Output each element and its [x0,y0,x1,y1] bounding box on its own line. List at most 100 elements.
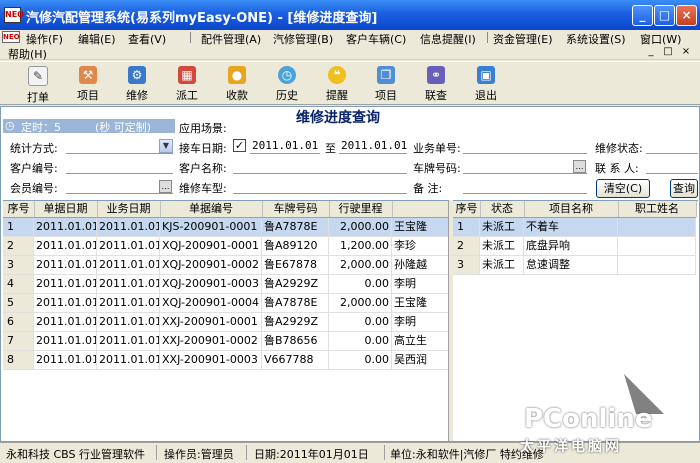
table-cell: 2011.01.01 [34,218,97,236]
menu-parts-management[interactable]: 配件管理(A) [201,31,261,46]
status-company: 永和科技 CBS 行业管理软件 [6,448,146,461]
menu-system-settings[interactable]: 系统设置(S) [566,31,626,46]
dispatch-button[interactable]: ▦ 派工 [165,64,209,104]
customer-name-input[interactable] [233,159,407,174]
order-row[interactable]: 5 2011.01.01 2011.01.01 XQJ-200901-0004 鲁A78… [3,294,448,313]
repair-status-select[interactable] [646,139,698,154]
window-title: 汽修汽配管理系统(易系列myEasy-ONE) - [维修进度查询] [26,11,378,26]
remark-input[interactable] [463,179,587,194]
member-no-input[interactable] [66,179,173,194]
close-button[interactable]: × [676,5,697,26]
linked-query-button[interactable]: ⚭ 联查 [414,64,458,104]
table-cell: XXJ-200901-0003 [160,351,262,369]
query-button[interactable]: 查询 [670,179,698,198]
reminder-button[interactable]: ❝ 提醒 [315,64,359,104]
table-cell: 王宝隆 [392,218,448,236]
menu-info-reminder[interactable]: 信息提醒(I) [420,31,476,46]
menu-logo-icon: NEO [2,31,20,43]
plate-no-label: 车牌号码: [413,162,461,175]
table-cell: 2011.01.01 [34,275,97,293]
order-row[interactable]: 4 2011.01.01 2011.01.01 XQJ-200901-0003 鲁A29… [3,275,448,294]
table-cell: XQJ-200901-0001 [160,237,262,255]
history-button[interactable]: ◷ 历史 [265,64,309,104]
repair-order-grid[interactable]: 序号 单据日期 业务日期 单据编号 车牌号码 行驶里程 1 2011.01.01 2011.01… [3,200,449,441]
plate-no-input[interactable] [463,159,587,174]
grid-header: 序号 单据日期 业务日期 单据编号 车牌号码 行驶里程 [3,201,448,218]
table-cell: 怠速调整 [524,256,618,274]
mdi-minimize-button[interactable]: _ [645,46,657,58]
timer-label[interactable]: 定时：5 [21,119,61,135]
status-separator [246,445,247,460]
item-row[interactable]: 2 未派工 底盘异响 [453,237,696,256]
print-order-button[interactable]: ✎ 打单 [16,64,60,104]
item-row[interactable]: 3 未派工 怠速调整 [453,256,696,275]
repair-model-input[interactable] [233,179,407,194]
column-header[interactable]: 车牌号码 [262,201,330,217]
plate-lookup-icon[interactable]: … [573,160,586,173]
column-header[interactable]: 单据编号 [160,201,263,217]
menu-operation[interactable]: 操作(F) [26,31,63,46]
column-header[interactable]: 项目名称 [524,201,619,217]
menu-repair-management[interactable]: 汽修管理(B) [273,31,333,46]
stat-mode-select[interactable] [66,139,173,154]
pickup-date-checkbox[interactable]: ✓ [233,139,246,152]
contact-input[interactable] [646,159,698,174]
mdi-restore-button[interactable]: □ [662,46,674,58]
order-row[interactable]: 1 2011.01.01 2011.01.01 KJS-200901-0001 鲁A78… [3,218,448,237]
column-header[interactable]: 职工姓名 [618,201,697,217]
table-cell: 2011.01.01 [34,332,97,350]
table-cell: 1 [453,218,480,236]
date-from-field[interactable]: 2011.01.01 [250,139,320,154]
date-to-field[interactable]: 2011.01.01 [339,139,407,154]
order-row[interactable]: 2 2011.01.01 2011.01.01 XQJ-200901-0001 鲁A89… [3,237,448,256]
table-cell: 2011.01.01 [34,237,97,255]
clock-icon: ◷ [278,66,296,84]
item-row[interactable]: 1 未派工 不着车 [453,218,696,237]
project-button[interactable]: ⚒ 项目 [66,64,110,104]
menu-edit[interactable]: 编辑(E) [78,31,116,46]
table-cell: 2011.01.01 [97,313,160,331]
customer-code-label: 客户编号: [10,162,58,175]
column-header[interactable]: 序号 [3,201,35,217]
order-row[interactable]: 8 2011.01.01 2011.01.01 XXJ-200901-0003 V667… [3,351,448,370]
menu-window[interactable]: 窗口(W) [640,31,681,46]
minimize-button[interactable]: _ [632,5,653,26]
payment-icon: ● [228,66,246,84]
menu-help[interactable]: 帮助(H) [8,46,47,61]
maximize-button[interactable]: □ [654,5,675,26]
table-cell: 3 [453,256,480,274]
menu-customer-vehicle[interactable]: 客户车辆(C) [346,31,406,46]
column-header[interactable]: 单据日期 [34,201,98,217]
column-header[interactable]: 行驶里程 [329,201,393,217]
mdi-close-button[interactable]: × [680,46,692,58]
order-row[interactable]: 6 2011.01.01 2011.01.01 XXJ-200901-0001 鲁A29… [3,313,448,332]
repair-button[interactable]: ⚙ 维修 [115,64,159,104]
chevron-down-icon[interactable]: ▼ [159,139,173,153]
title-bar[interactable]: NEO 汽修汽配管理系统(易系列myEasy-ONE) - [维修进度查询] _… [0,0,700,30]
order-row[interactable]: 7 2011.01.01 2011.01.01 XXJ-200901-0002 鲁B78… [3,332,448,351]
payment-button[interactable]: ● 收款 [215,64,259,104]
customer-code-input[interactable] [66,159,173,174]
column-header[interactable] [392,201,448,217]
member-lookup-icon[interactable]: … [159,180,172,193]
table-cell: 李珍 [392,237,448,255]
order-row[interactable]: 3 2011.01.01 2011.01.01 XQJ-200901-0002 鲁E67… [3,256,448,275]
table-cell: 2011.01.01 [34,256,97,274]
menu-fund-management[interactable]: 资金管理(E) [493,31,553,46]
column-header[interactable]: 状态 [480,201,525,217]
table-cell: 2 [453,237,480,255]
table-cell: 鲁A7878E [262,218,329,236]
exit-button[interactable]: ▣ 退出 [464,64,508,104]
column-header[interactable]: 业务日期 [97,201,161,217]
menu-view[interactable]: 查看(V) [128,31,166,46]
timer-hint: (秒 可定制) [95,121,152,134]
calendar-icon: ▦ [178,66,196,84]
table-cell: 0.00 [329,332,392,350]
column-header[interactable]: 序号 [453,201,481,217]
business-no-input[interactable] [463,139,587,154]
remark-label: 备 注: [413,182,443,195]
table-cell: V667788 [262,351,329,369]
clear-button[interactable]: 清空(C) [596,179,650,198]
project2-button[interactable]: ❒ 项目 [364,64,408,104]
repair-model-label: 维修车型: [179,182,227,195]
